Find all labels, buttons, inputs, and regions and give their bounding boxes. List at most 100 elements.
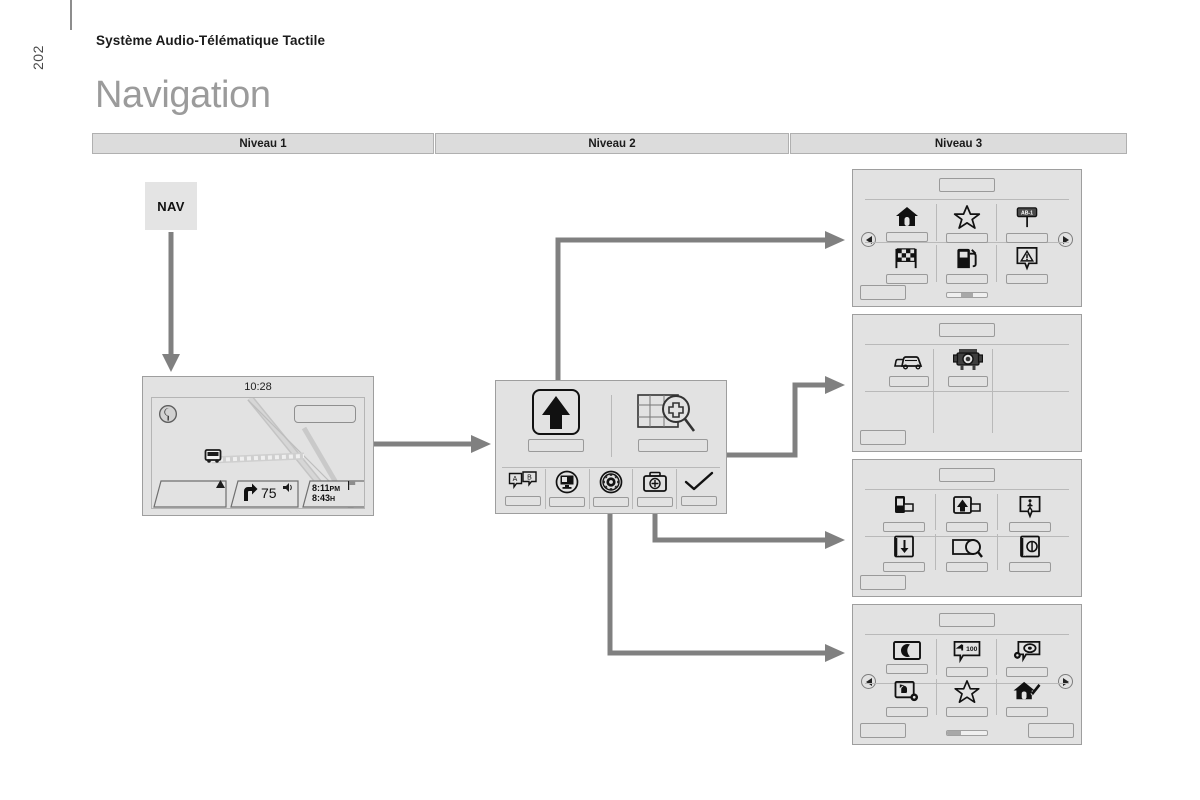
panel-b-title: [939, 323, 995, 337]
route-options-panel[interactable]: [852, 459, 1082, 597]
panel-d-item-home-edit[interactable]: [997, 677, 1057, 717]
panel-a-item-favourites[interactable]: [937, 202, 997, 243]
map-canvas[interactable]: 75 8:11PM 8:43H: [151, 397, 365, 509]
menu-horizontal-rule: [502, 467, 720, 468]
destination-field[interactable]: [294, 405, 356, 423]
nav-hardkey-button[interactable]: NAV: [145, 182, 197, 230]
toolbar-button-language[interactable]: A B: [502, 469, 546, 509]
panel-a-scroll-thumb[interactable]: [961, 293, 973, 297]
info-book-icon: [1019, 535, 1040, 558]
traffic-camera-panel[interactable]: [852, 314, 1082, 452]
panel-d-grid: 100: [877, 637, 1057, 717]
panel-b-item-traffic[interactable]: [885, 351, 933, 387]
panel-a-item-favourites-label: [946, 233, 988, 243]
panel-c-item-pedestrian-label: [1008, 522, 1051, 532]
svg-text:B: B: [528, 475, 533, 482]
panel-d-footer-right-button[interactable]: [1028, 723, 1074, 738]
usb-device-icon: [895, 496, 915, 513]
map-search-icon: [637, 394, 696, 432]
duration-value: 8:43: [312, 493, 331, 503]
check-mark-icon: [684, 471, 713, 491]
panel-d-item-speed-limit[interactable]: 100: [937, 637, 997, 677]
panel-c-item-info-label: [1008, 562, 1051, 572]
panel-a-item-route-end[interactable]: [877, 243, 937, 284]
panel-a-item-warning-poi[interactable]: [997, 243, 1057, 284]
navigation-map-screen[interactable]: 10:28 75 8:11PM 8:43H: [142, 376, 374, 516]
arrow-left-icon: [865, 677, 872, 686]
panel-d-item-night-mode[interactable]: [877, 637, 937, 677]
poi-settings-icon: [1013, 641, 1041, 663]
navigation-menu-screen[interactable]: A B: [495, 380, 727, 514]
panel-a-item-fuel[interactable]: [937, 243, 997, 284]
level-header-3: Niveau 3: [790, 133, 1127, 154]
chevron-up-icon: [216, 480, 225, 488]
arrow-right-icon: [1062, 677, 1069, 686]
panel-a-item-home[interactable]: [877, 202, 937, 243]
panel-a-item-home-label: [886, 232, 928, 242]
toolbar-button-first-aid[interactable]: [633, 469, 678, 509]
panel-a-prev-button[interactable]: [861, 232, 876, 247]
panel-a-scrollbar[interactable]: [946, 292, 988, 298]
svg-text:AB-1: AB-1: [1021, 210, 1033, 216]
star-favourite-icon: [954, 680, 980, 703]
panel-a-next-button[interactable]: [1058, 232, 1073, 247]
panel-c-item-info[interactable]: [998, 532, 1061, 572]
panel-d-rule: [865, 634, 1069, 635]
panel-a-item-address-label: [1006, 233, 1048, 243]
panel-c-item-download-label: [883, 562, 926, 572]
guidance-arrow-icon: [532, 389, 580, 435]
map-status-bar: 75 8:11PM 8:43H: [152, 476, 364, 508]
panel-c-item-usb[interactable]: [873, 492, 936, 532]
turn-right-icon: [244, 483, 258, 501]
panel-c-grid: [873, 492, 1061, 572]
toolbar-button-display-settings-label: [549, 497, 586, 507]
panel-d-item-night-mode-label: [886, 664, 928, 674]
panel-d-item-favourites[interactable]: [937, 677, 997, 717]
panel-c-item-map-zoom[interactable]: [936, 532, 999, 572]
navigation-settings-panel[interactable]: 100: [852, 604, 1082, 745]
panel-c-footer-left-button[interactable]: [860, 575, 906, 590]
panel-d-item-poi-settings[interactable]: [997, 637, 1057, 677]
panel-c-item-upload[interactable]: [936, 492, 999, 532]
compass-icon: [158, 404, 178, 424]
panel-a-footer-left-button[interactable]: [860, 285, 906, 300]
menu-button-map-search[interactable]: [612, 387, 720, 465]
toolbar-button-first-aid-label: [636, 497, 673, 507]
panel-a-title: [939, 178, 995, 192]
panel-c-item-usb-label: [883, 522, 926, 532]
panel-b-item-camera[interactable]: [944, 348, 992, 387]
panel-d-scroll-thumb[interactable]: [947, 731, 961, 735]
firstaid-to-route-connector: [652, 512, 845, 549]
panel-b-item-traffic-label: [889, 376, 929, 387]
panel-d-footer-left-button[interactable]: [860, 723, 906, 738]
panel-d-prev-button[interactable]: [861, 674, 876, 689]
level-header-2: Niveau 2: [435, 133, 789, 154]
gear-to-settings-connector: [607, 512, 845, 662]
toolbar-button-confirm[interactable]: [677, 469, 720, 509]
panel-d-scrollbar[interactable]: [946, 730, 988, 736]
upload-arrow-icon: [953, 496, 981, 514]
panel-d-item-home-edit-label: [1006, 707, 1048, 717]
menu-button-map-search-label: [638, 439, 708, 452]
arrival-time: 8:11: [312, 483, 330, 493]
svg-text:100: 100: [966, 646, 977, 653]
panel-c-item-download[interactable]: [873, 532, 936, 572]
home-edit-icon: [1013, 681, 1041, 700]
menu-button-guidance-label: [528, 439, 584, 452]
panel-b-row-divider: [865, 391, 1069, 392]
toolbar-button-gear[interactable]: [590, 469, 634, 509]
panel-d-item-poi-settings-label: [1006, 667, 1048, 677]
panel-b-vsep-1: [933, 349, 934, 433]
panel-d-item-reset[interactable]: [877, 677, 937, 717]
panel-d-next-button[interactable]: [1058, 674, 1073, 689]
svg-text:A: A: [513, 476, 518, 483]
toolbar-button-display-settings[interactable]: [546, 469, 590, 509]
map-zoom-icon: [952, 539, 983, 558]
menu-button-guidance[interactable]: [502, 387, 610, 465]
panel-a-item-address[interactable]: AB-1: [997, 202, 1057, 243]
toolbar-button-gear-label: [592, 497, 629, 507]
panel-c-item-pedestrian[interactable]: [998, 492, 1061, 532]
destination-entry-panel[interactable]: AB-1: [852, 169, 1082, 307]
page-root: 202 Système Audio-Télématique Tactile Na…: [0, 0, 1200, 800]
panel-b-footer-left-button[interactable]: [860, 430, 906, 445]
